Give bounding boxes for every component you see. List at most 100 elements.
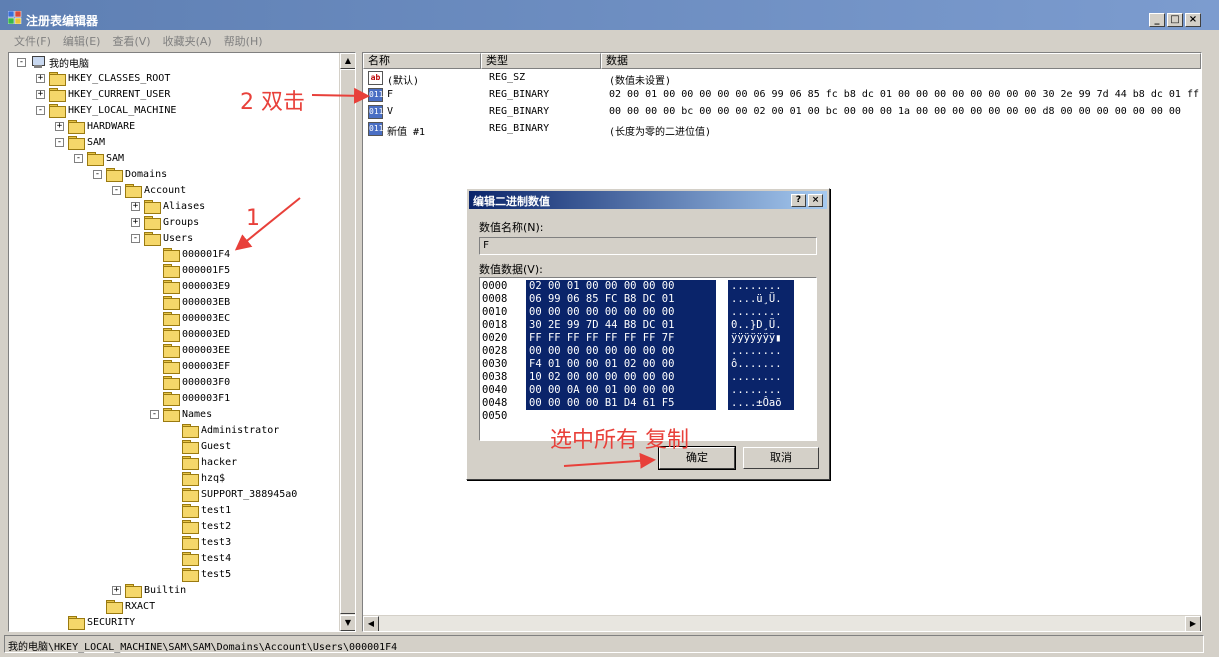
tree-node[interactable]: test4 bbox=[169, 550, 231, 566]
value-data-hex-editor[interactable]: 0000 02 00 01 00 00 00 00 00........ 0008 0… bbox=[479, 277, 817, 441]
tree-node[interactable]: + Aliases bbox=[131, 198, 205, 214]
column-header-data[interactable]: 数据 bbox=[601, 53, 1201, 69]
hex-row[interactable]: 0020 FF FF FF FF FF FF FF 7F ÿÿÿÿÿÿÿ▮ bbox=[480, 332, 816, 345]
hex-ascii[interactable]: ....±Ôaõ bbox=[728, 397, 794, 410]
scroll-right-icon[interactable]: ▶ bbox=[1185, 616, 1201, 631]
collapse-icon[interactable]: - bbox=[17, 57, 26, 67]
hex-row[interactable]: 0028 00 00 00 00 00 00 00 00........ bbox=[480, 345, 816, 358]
tree-node[interactable]: + Builtin bbox=[112, 582, 186, 598]
collapse-icon[interactable]: - bbox=[93, 169, 102, 179]
tree-node[interactable]: 000003E9 bbox=[150, 278, 230, 294]
collapse-icon[interactable]: - bbox=[131, 233, 140, 243]
hex-ascii[interactable]: ........ bbox=[728, 306, 794, 319]
tree-node[interactable]: - 我的电脑 bbox=[17, 54, 89, 70]
collapse-icon[interactable]: - bbox=[150, 409, 159, 419]
tree-node[interactable]: + HARDWARE bbox=[55, 118, 135, 134]
hex-bytes[interactable]: 10 02 00 00 00 00 00 00 bbox=[526, 371, 716, 384]
dialog-title-bar[interactable]: 编辑二进制数值 ? × bbox=[469, 191, 827, 209]
tree-node[interactable]: hacker bbox=[169, 454, 237, 470]
menu-help[interactable]: 帮助(H) bbox=[218, 30, 269, 50]
tree-node[interactable]: + HKEY_CLASSES_ROOT bbox=[36, 70, 170, 86]
column-header-type[interactable]: 类型 bbox=[481, 53, 601, 69]
tree-node[interactable]: - Account bbox=[112, 182, 186, 198]
menu-favorites[interactable]: 收藏夹(A) bbox=[157, 30, 218, 50]
hex-ascii[interactable]: ........ bbox=[728, 345, 794, 358]
title-bar[interactable]: 注册表编辑器 _ □ × bbox=[0, 0, 1219, 30]
hex-row[interactable]: 0000 02 00 01 00 00 00 00 00........ bbox=[480, 280, 816, 293]
menu-view[interactable]: 查看(V) bbox=[106, 30, 156, 50]
hex-ascii[interactable]: 0..}D¸Ü. bbox=[728, 319, 794, 332]
collapse-icon[interactable]: - bbox=[112, 185, 121, 195]
tree-node[interactable]: hzq$ bbox=[169, 470, 225, 486]
tree-node[interactable]: Guest bbox=[169, 438, 231, 454]
expand-icon[interactable]: + bbox=[112, 585, 121, 595]
tree-node[interactable]: + Groups bbox=[131, 214, 199, 230]
tree-node[interactable]: 000003F0 bbox=[150, 374, 230, 390]
hex-bytes[interactable]: 02 00 01 00 00 00 00 00 bbox=[526, 280, 716, 293]
dialog-close-button[interactable]: × bbox=[808, 194, 823, 207]
tree-node[interactable]: - HKEY_LOCAL_MACHINE bbox=[36, 102, 176, 118]
hex-row[interactable]: 0008 06 99 06 85 FC B8 DC 01 ....ü¸Ü. bbox=[480, 293, 816, 306]
collapse-icon[interactable]: - bbox=[36, 105, 45, 115]
hex-ascii[interactable]: ........ bbox=[728, 371, 794, 384]
hex-row[interactable]: 0010 00 00 00 00 00 00 00 00........ bbox=[480, 306, 816, 319]
menu-edit[interactable]: 编辑(E) bbox=[57, 30, 107, 50]
tree-node[interactable]: + HKEY_CURRENT_USER bbox=[36, 86, 170, 102]
tree-node[interactable]: - Names bbox=[150, 406, 212, 422]
collapse-icon[interactable]: - bbox=[74, 153, 83, 163]
tree-node[interactable]: 000001F5 bbox=[150, 262, 230, 278]
tree-node[interactable]: 000003EE bbox=[150, 342, 230, 358]
tree-node[interactable]: SUPPORT_388945a0 bbox=[169, 486, 297, 502]
hex-ascii[interactable]: ô....... bbox=[728, 358, 794, 371]
tree-node[interactable]: - Users bbox=[131, 230, 193, 246]
expand-icon[interactable]: + bbox=[131, 201, 140, 211]
value-row[interactable]: 011 V REG_BINARY 00 00 00 00 bc 00 00 00 02… bbox=[363, 104, 1201, 121]
tree-node[interactable]: - Domains bbox=[93, 166, 167, 182]
hex-bytes[interactable]: FF FF FF FF FF FF FF 7F bbox=[526, 332, 716, 345]
tree-node[interactable]: 000003ED bbox=[150, 326, 230, 342]
close-button[interactable]: × bbox=[1185, 13, 1201, 27]
hex-ascii[interactable]: ÿÿÿÿÿÿÿ▮ bbox=[728, 332, 794, 345]
tree-node[interactable]: Administrator bbox=[169, 422, 279, 438]
tree-node[interactable]: test5 bbox=[169, 566, 231, 582]
hex-bytes[interactable]: 00 00 00 00 00 00 00 00 bbox=[526, 306, 716, 319]
scroll-thumb[interactable] bbox=[340, 69, 355, 614]
hex-bytes[interactable]: 30 2E 99 7D 44 B8 DC 01 bbox=[526, 319, 716, 332]
hex-row[interactable]: 0030 F4 01 00 00 01 02 00 00 ô....... bbox=[480, 358, 816, 371]
tree-node[interactable]: test1 bbox=[169, 502, 231, 518]
hex-row[interactable]: 0048 00 00 00 00 B1 D4 61 F5 ....±Ôaõ bbox=[480, 397, 816, 410]
maximize-button[interactable]: □ bbox=[1167, 13, 1183, 27]
expand-icon[interactable]: + bbox=[36, 73, 45, 83]
value-name-field[interactable]: F bbox=[479, 237, 817, 255]
hex-row[interactable]: 0038 10 02 00 00 00 00 00 00........ bbox=[480, 371, 816, 384]
tree-node[interactable]: RXACT bbox=[93, 598, 155, 614]
tree-node[interactable]: 000003EC bbox=[150, 310, 230, 326]
tree-node[interactable]: - SAM bbox=[74, 150, 124, 166]
values-horizontal-scrollbar[interactable]: ◀ ▶ bbox=[363, 615, 1201, 631]
hex-ascii[interactable]: ....ü¸Ü. bbox=[728, 293, 794, 306]
expand-icon[interactable]: + bbox=[36, 89, 45, 99]
hex-bytes[interactable]: F4 01 00 00 01 02 00 00 bbox=[526, 358, 716, 371]
hex-ascii[interactable]: ........ bbox=[728, 384, 794, 397]
scroll-down-icon[interactable]: ▼ bbox=[340, 615, 355, 631]
expand-icon[interactable]: + bbox=[55, 121, 64, 131]
tree-node[interactable]: 000003F1 bbox=[150, 390, 230, 406]
tree-node[interactable]: test3 bbox=[169, 534, 231, 550]
tree-node[interactable]: test2 bbox=[169, 518, 231, 534]
hex-bytes[interactable]: 06 99 06 85 FC B8 DC 01 bbox=[526, 293, 716, 306]
hex-row[interactable]: 0018 30 2E 99 7D 44 B8 DC 01 0..}D¸Ü. bbox=[480, 319, 816, 332]
hex-bytes[interactable]: 00 00 0A 00 01 00 00 00 bbox=[526, 384, 716, 397]
tree-node[interactable]: - SAM bbox=[55, 134, 105, 150]
scroll-up-icon[interactable]: ▲ bbox=[340, 53, 355, 69]
collapse-icon[interactable]: - bbox=[55, 137, 64, 147]
hex-row[interactable]: 0040 00 00 0A 00 01 00 00 00........ bbox=[480, 384, 816, 397]
cancel-button[interactable]: 取消 bbox=[743, 447, 819, 469]
scroll-left-icon[interactable]: ◀ bbox=[363, 616, 379, 631]
minimize-button[interactable]: _ bbox=[1149, 13, 1165, 27]
hex-bytes[interactable]: 00 00 00 00 B1 D4 61 F5 bbox=[526, 397, 716, 410]
value-row[interactable]: 011 新值 #1 REG_BINARY (长度为零的二进位值) bbox=[363, 121, 1201, 138]
tree-node[interactable]: 000001F4 bbox=[150, 246, 230, 262]
tree-vertical-scrollbar[interactable]: ▲ ▼ bbox=[339, 53, 355, 631]
hex-bytes[interactable]: 00 00 00 00 00 00 00 00 bbox=[526, 345, 716, 358]
value-row[interactable]: 011 F REG_BINARY 02 00 01 00 00 00 00 00 06… bbox=[363, 87, 1201, 104]
